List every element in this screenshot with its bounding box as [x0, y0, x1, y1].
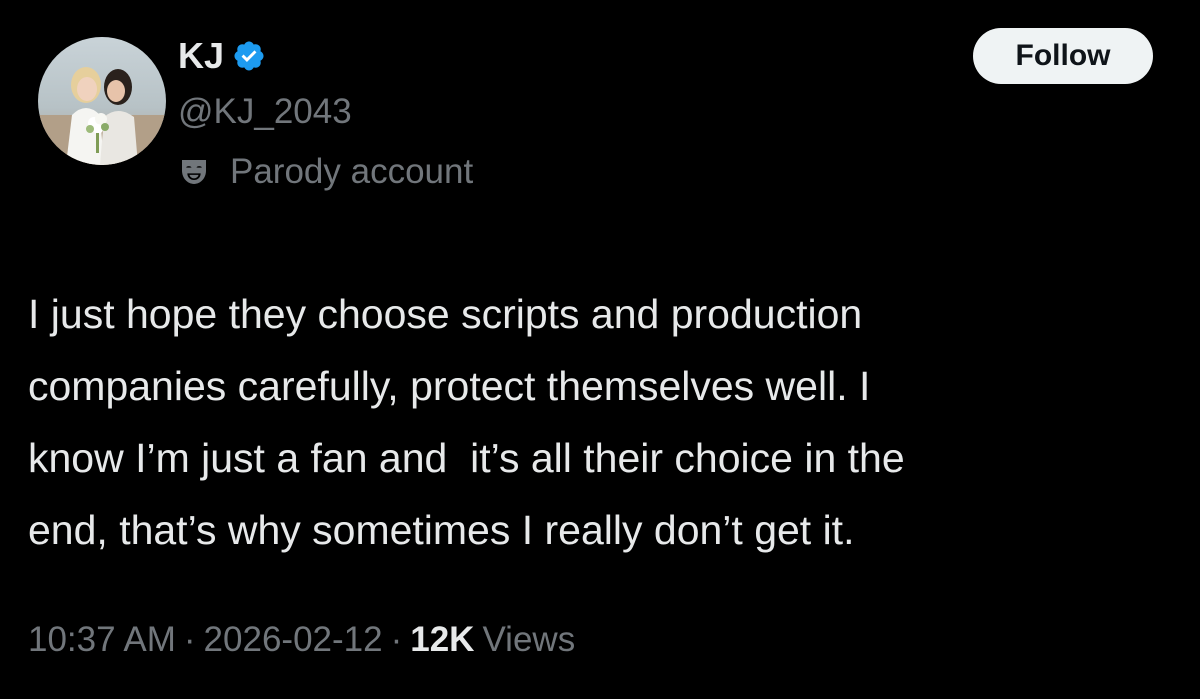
- meta-separator: ·: [183, 620, 196, 659]
- tweet-time[interactable]: 10:37 AM: [28, 620, 176, 660]
- avatar[interactable]: [38, 37, 166, 165]
- display-name[interactable]: KJ: [178, 35, 224, 77]
- author-name-row: KJ: [178, 34, 266, 78]
- follow-button[interactable]: Follow: [973, 28, 1153, 84]
- verified-badge-icon: [232, 39, 266, 73]
- views-label: Views: [482, 620, 576, 659]
- parody-mask-icon: [178, 156, 210, 188]
- tweet-card: KJ @KJ_2043 Parody account Follow I just…: [0, 0, 1200, 699]
- views-count[interactable]: 12K: [410, 620, 474, 660]
- tweet-meta: 10:37 AM · 2026-02-12 · 12K Views: [28, 616, 575, 664]
- meta-separator: ·: [390, 620, 403, 659]
- tweet-text: I just hope they choose scripts and prod…: [28, 291, 905, 553]
- avatar-image: [38, 37, 166, 165]
- author-handle[interactable]: @KJ_2043: [178, 92, 352, 132]
- parody-account-label: Parody account: [230, 152, 474, 191]
- account-label-row: Parody account: [178, 150, 473, 194]
- tweet-date[interactable]: 2026-02-12: [204, 620, 383, 660]
